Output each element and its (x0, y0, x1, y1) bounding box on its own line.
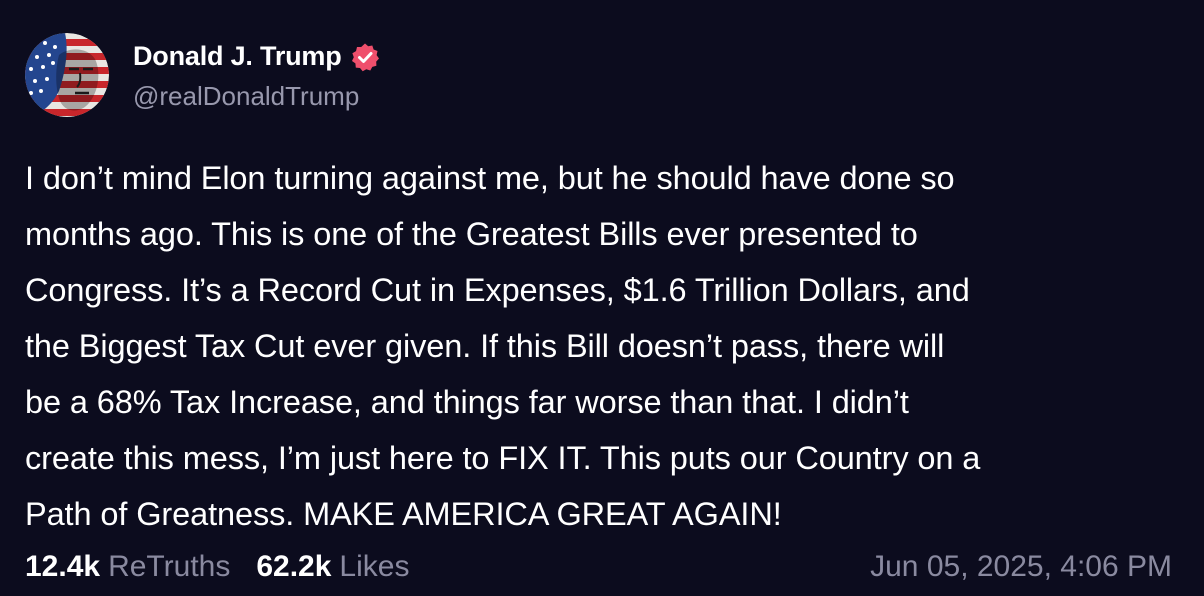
post-footer: 12.4k ReTruths 62.2k Likes Jun 05, 2025,… (25, 545, 1172, 589)
likes-count: 62.2k (256, 550, 332, 583)
post-header: Donald J. Trump @realDonaldTrump (25, 32, 1179, 118)
author-handle[interactable]: @realDonaldTrump (133, 81, 380, 112)
post-card: Donald J. Trump @realDonaldTrump I don’t… (0, 0, 1204, 596)
verified-badge-icon (350, 42, 380, 72)
retruths-stat[interactable]: 12.4k ReTruths (25, 550, 230, 584)
avatar[interactable] (25, 33, 109, 117)
author-identity: Donald J. Trump @realDonaldTrump (133, 39, 380, 112)
avatar-image (25, 33, 109, 117)
display-name[interactable]: Donald J. Trump (133, 41, 342, 72)
retruths-count: 12.4k (25, 550, 101, 583)
post-text: I don’t mind Elon turning against me, bu… (25, 160, 981, 532)
likes-label: Likes (339, 550, 410, 583)
post-timestamp[interactable]: Jun 05, 2025, 4:06 PM (870, 550, 1172, 584)
likes-stat[interactable]: 62.2k Likes (256, 550, 409, 584)
retruths-label: ReTruths (108, 550, 231, 583)
name-row: Donald J. Trump (133, 39, 380, 75)
